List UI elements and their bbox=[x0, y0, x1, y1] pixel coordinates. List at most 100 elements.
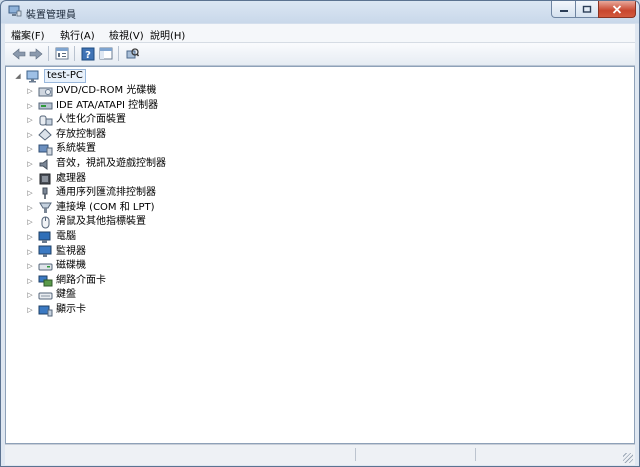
tree-item-label: 存放控制器 bbox=[56, 128, 106, 140]
scan-hardware-icon bbox=[126, 47, 139, 58]
toolbar-separator bbox=[74, 46, 75, 61]
help-button[interactable]: ? bbox=[80, 46, 96, 61]
tree-item[interactable]: ▷ 顯示卡 bbox=[26, 303, 86, 317]
expand-icon[interactable]: ▷ bbox=[26, 218, 34, 226]
expand-icon[interactable]: ▷ bbox=[26, 248, 34, 256]
disk-drive-icon bbox=[38, 263, 53, 271]
expand-icon[interactable]: ▷ bbox=[26, 102, 34, 110]
back-arrow-icon bbox=[12, 47, 26, 60]
expand-icon[interactable]: ▷ bbox=[26, 116, 34, 124]
expand-icon[interactable]: ▷ bbox=[26, 145, 34, 153]
tree-item[interactable]: ▷ 人性化介面裝置 bbox=[26, 113, 126, 127]
tree-item[interactable]: ▷ IDE ATA/ATAPI 控制器 bbox=[26, 99, 158, 113]
network-adapter-icon bbox=[38, 275, 53, 287]
menu-help[interactable]: 說明(H) bbox=[150, 27, 185, 42]
computer-icon bbox=[26, 70, 39, 82]
expand-icon[interactable]: ▷ bbox=[26, 306, 34, 314]
forward-arrow-icon bbox=[29, 47, 43, 60]
tree-item[interactable]: ▷ 音效，視訊及遊戲控制器 bbox=[26, 157, 166, 171]
tree-item-label: 顯示卡 bbox=[56, 304, 86, 315]
forward-button[interactable] bbox=[28, 46, 44, 61]
properties-icon bbox=[55, 47, 69, 60]
back-button[interactable] bbox=[11, 46, 27, 61]
status-segment bbox=[355, 448, 476, 461]
usb-controller-icon bbox=[42, 187, 48, 199]
expand-icon[interactable]: ▷ bbox=[26, 175, 34, 183]
processor-icon bbox=[39, 173, 51, 185]
tree-item-label: 滑鼠及其他指標裝置 bbox=[56, 216, 146, 228]
tree-item[interactable]: ▷ DVD/CD-ROM 光碟機 bbox=[26, 84, 156, 98]
window-title: 裝置管理員 bbox=[26, 10, 76, 21]
storage-controller-icon bbox=[38, 128, 52, 141]
tree-item-label: 電腦 bbox=[56, 231, 76, 242]
tree-root[interactable]: ◢ test-PC bbox=[14, 69, 86, 83]
menu-action[interactable]: 執行(A) bbox=[60, 27, 95, 42]
toolbar-separator bbox=[48, 46, 49, 61]
menu-file[interactable]: 檔案(F) bbox=[11, 27, 45, 42]
mouse-icon bbox=[41, 216, 50, 229]
menu-view[interactable]: 檢視(V) bbox=[109, 27, 144, 42]
close-button[interactable] bbox=[598, 1, 636, 18]
tree-item[interactable]: ▷ 監視器 bbox=[26, 245, 86, 259]
tree-item[interactable]: ▷ 通用序列匯流排控制器 bbox=[26, 186, 156, 200]
tree-item-label: 音效，視訊及遊戲控制器 bbox=[56, 158, 166, 169]
monitor-icon bbox=[38, 245, 52, 258]
ports-icon bbox=[39, 202, 52, 214]
menu-bar: 檔案(F) 執行(A) 檢視(V) 說明(H) bbox=[5, 24, 635, 43]
scan-hardware-button[interactable] bbox=[124, 46, 140, 61]
help-icon: ? bbox=[81, 47, 95, 61]
tree-item-label: 網路介面卡 bbox=[56, 274, 106, 286]
device-tree[interactable]: ◢ test-PC ▷ DVD/CD-ROM 光碟機 ▷ IDE ATA/ATAPI … bbox=[5, 66, 635, 444]
tree-item-label: 通用序列匯流排控制器 bbox=[56, 187, 156, 199]
dvd-drive-icon bbox=[38, 87, 53, 96]
system-devices-icon bbox=[38, 144, 53, 156]
tree-item-label: DVD/CD-ROM 光碟機 bbox=[56, 85, 157, 96]
expand-icon[interactable]: ▷ bbox=[26, 262, 34, 270]
minimize-button[interactable] bbox=[551, 1, 576, 18]
console-tree-button[interactable] bbox=[98, 46, 114, 61]
tree-item-label: 系統裝置 bbox=[56, 143, 96, 155]
expand-icon[interactable]: ▷ bbox=[26, 189, 34, 197]
tree-item[interactable]: ▷ 電腦 bbox=[26, 230, 76, 244]
display-adapter-icon bbox=[38, 305, 53, 316]
tree-item[interactable]: ▷ 連接埠 (COM 和 LPT) bbox=[26, 201, 155, 215]
tree-item[interactable]: ▷ 鍵盤 bbox=[26, 288, 76, 302]
svg-text:?: ? bbox=[85, 50, 91, 61]
expand-icon[interactable]: ▷ bbox=[26, 131, 34, 139]
tree-item[interactable]: ▷ 網路介面卡 bbox=[26, 274, 106, 288]
console-tree-icon bbox=[99, 47, 113, 60]
keyboard-icon bbox=[38, 292, 53, 300]
expand-icon[interactable]: ▷ bbox=[26, 233, 34, 241]
tree-item-label: 人性化介面裝置 bbox=[56, 114, 126, 126]
expand-icon[interactable]: ▷ bbox=[26, 277, 34, 285]
expand-icon[interactable]: ▷ bbox=[26, 204, 34, 212]
tree-item-label: 監視器 bbox=[56, 245, 86, 257]
maximize-icon bbox=[582, 5, 592, 13]
resize-grip[interactable] bbox=[623, 453, 633, 463]
expand-icon[interactable]: ▷ bbox=[26, 160, 34, 168]
close-icon bbox=[612, 4, 622, 14]
minimize-icon bbox=[559, 10, 568, 12]
tree-item[interactable]: ▷ 系統裝置 bbox=[26, 142, 96, 156]
maximize-button[interactable] bbox=[575, 1, 599, 18]
tree-item-label: IDE ATA/ATAPI 控制器 bbox=[56, 99, 159, 111]
device-manager-icon bbox=[8, 5, 22, 17]
device-manager-window: 裝置管理員 檔案(F) 執行(A) 檢視(V) 說明(H) ? ◢ test-P… bbox=[0, 0, 640, 467]
tree-item[interactable]: ▷ 滑鼠及其他指標裝置 bbox=[26, 215, 146, 229]
collapse-icon[interactable]: ◢ bbox=[14, 72, 22, 80]
status-bar bbox=[5, 444, 635, 465]
hid-icon bbox=[39, 115, 53, 126]
tree-item-label: 連接埠 (COM 和 LPT) bbox=[56, 201, 155, 213]
tree-item[interactable]: ▷ 處理器 bbox=[26, 172, 86, 186]
tree-item[interactable]: ▷ 存放控制器 bbox=[26, 128, 106, 142]
status-segment bbox=[5, 448, 356, 461]
expand-icon[interactable]: ▷ bbox=[26, 87, 34, 95]
tree-item-label: 處理器 bbox=[56, 172, 86, 184]
properties-button[interactable] bbox=[54, 46, 70, 61]
tree-item-label: 磁碟機 bbox=[56, 260, 86, 272]
ide-controller-icon bbox=[38, 102, 53, 110]
expand-icon[interactable]: ▷ bbox=[26, 291, 34, 299]
tree-item[interactable]: ▷ 磁碟機 bbox=[26, 259, 86, 273]
tree-root-label: test-PC bbox=[44, 69, 86, 83]
title-bar[interactable]: 裝置管理員 bbox=[1, 1, 639, 23]
